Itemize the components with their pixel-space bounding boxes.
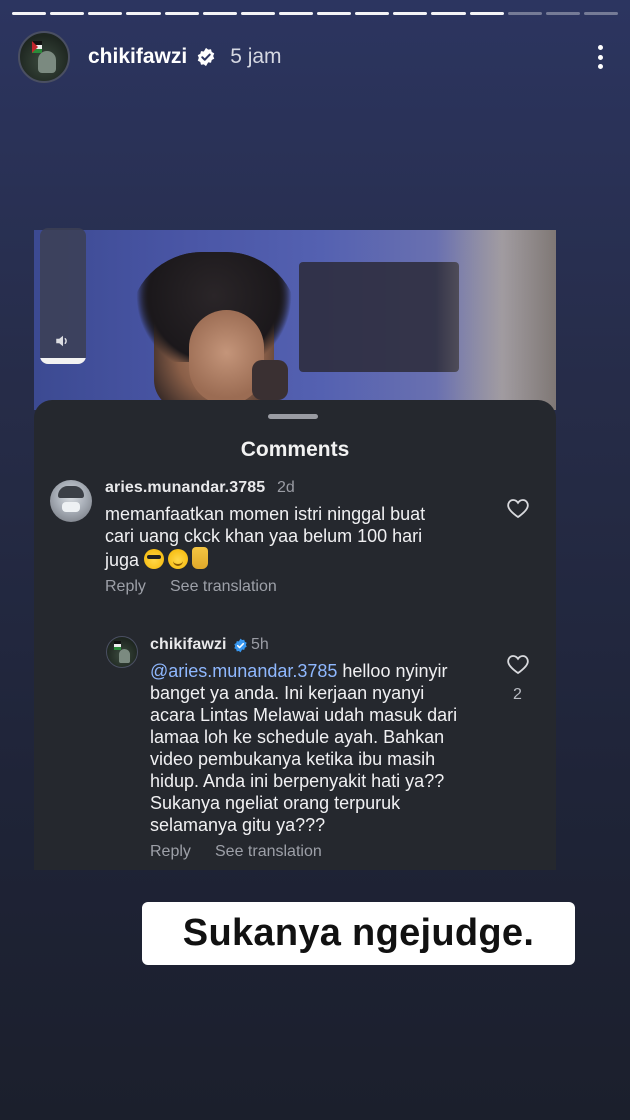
progress-segment	[50, 12, 85, 15]
volume-icon	[56, 335, 67, 347]
progress-segment	[126, 12, 161, 15]
see-translation-button[interactable]: See translation	[170, 578, 277, 596]
verified-badge-icon	[197, 47, 215, 67]
commenter-avatar[interactable]	[50, 480, 92, 522]
mention-link[interactable]: @aries.munandar.3785	[150, 661, 337, 681]
reply-button[interactable]: Reply	[105, 578, 146, 596]
reply-button[interactable]: Reply	[150, 843, 191, 861]
comments-panel: Comments aries.munandar.3785 2d memanfaa…	[34, 400, 556, 870]
story-caption-text: Sukanya ngejudge.	[182, 912, 535, 954]
progress-segment	[317, 12, 352, 15]
progress-segment	[164, 12, 199, 15]
comment-text: memanfaatkan momen istri ninggal buat ca…	[105, 504, 426, 570]
story-progress-bar	[12, 12, 618, 15]
progress-segment	[469, 12, 504, 15]
story-caption-box: Sukanya ngejudge.	[142, 902, 575, 965]
drag-handle[interactable]	[268, 414, 318, 419]
comment-username[interactable]: aries.munandar.3785	[105, 479, 265, 497]
progress-segment	[355, 12, 390, 15]
story-username[interactable]: chikifawzi	[88, 45, 187, 69]
volume-slider[interactable]	[40, 228, 86, 364]
progress-segment	[278, 12, 313, 15]
like-count: 2	[513, 686, 522, 703]
progress-segment	[393, 12, 428, 15]
progress-segment	[583, 12, 618, 15]
reply-time: 5h	[251, 636, 269, 653]
palestine-flag-icon	[32, 41, 42, 53]
sunglasses-emoji-icon	[144, 549, 165, 569]
reply-username[interactable]: chikifawzi	[150, 636, 227, 654]
victory-hand-emoji-icon	[192, 547, 209, 569]
verified-badge-icon	[234, 638, 247, 653]
relieved-emoji-icon	[168, 549, 189, 569]
comment-time: 2d	[277, 479, 295, 496]
palestine-flag-icon	[114, 641, 121, 650]
reply-avatar[interactable]	[106, 636, 138, 668]
progress-segment	[12, 12, 47, 15]
progress-segment	[202, 12, 237, 15]
progress-segment	[240, 12, 275, 15]
more-vertical-icon[interactable]	[588, 42, 612, 72]
video-frame[interactable]	[34, 230, 556, 410]
progress-segment	[545, 12, 580, 15]
story-time: 5 jam	[230, 45, 282, 68]
progress-segment	[88, 12, 123, 15]
comments-title: Comments	[240, 438, 350, 461]
see-translation-button[interactable]: See translation	[215, 843, 322, 861]
profile-avatar[interactable]	[18, 31, 70, 83]
reply-text: @aries.munandar.3785 helloo nyinyir bang…	[150, 661, 458, 835]
progress-segment	[507, 12, 542, 15]
story-header: chikifawzi 5 jam	[18, 30, 612, 84]
microphone	[252, 360, 288, 400]
heart-icon[interactable]	[506, 497, 530, 519]
progress-segment	[431, 12, 466, 15]
heart-icon[interactable]	[506, 653, 530, 675]
